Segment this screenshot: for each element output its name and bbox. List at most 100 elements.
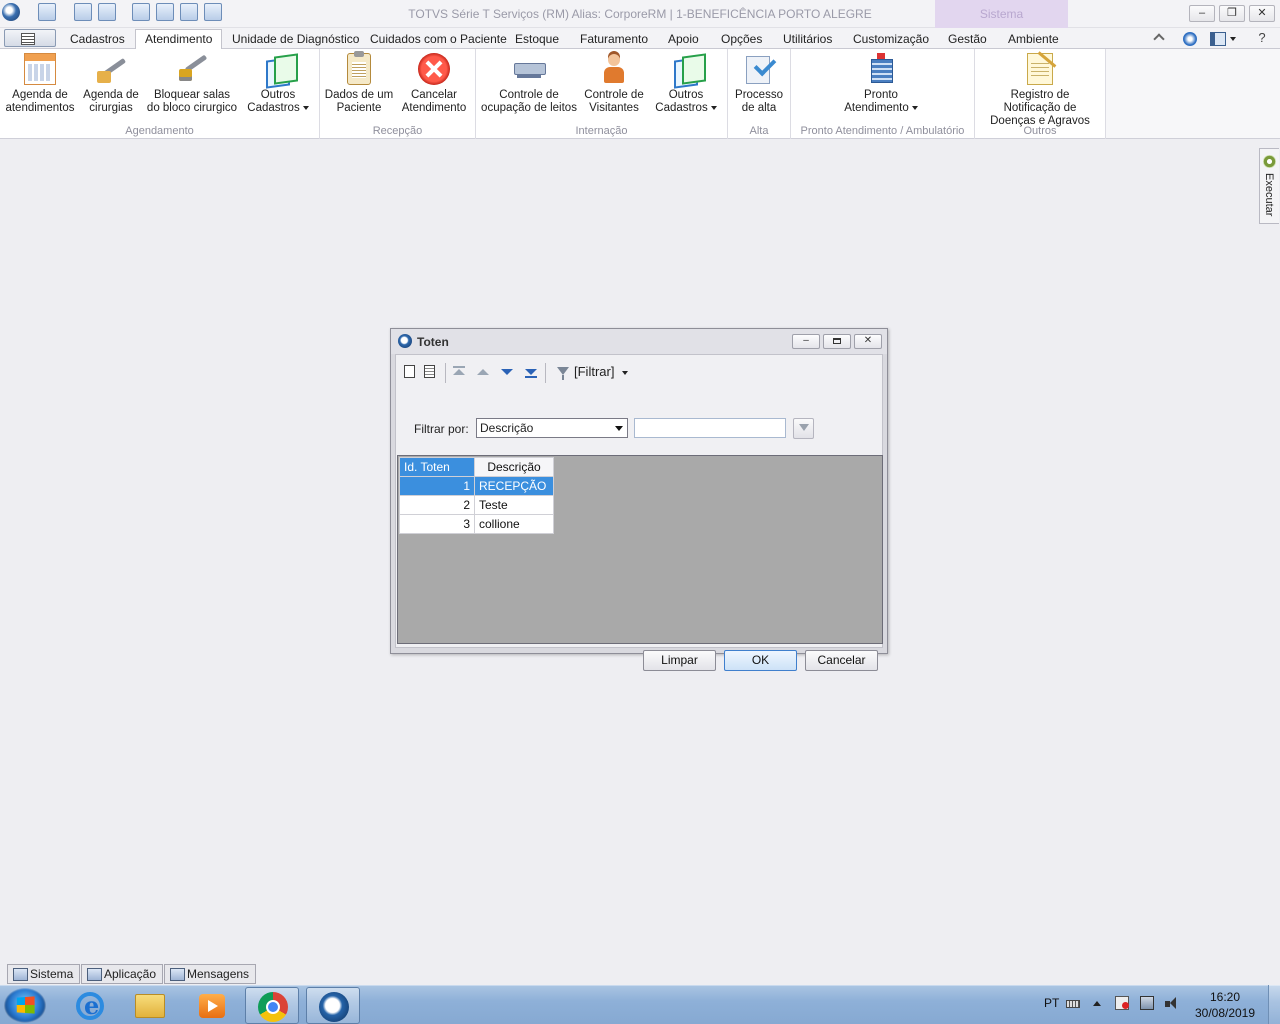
agenda-atendimentos-button[interactable]: Agenda de atendimentos [4, 53, 76, 115]
ok-button[interactable]: OK [724, 650, 797, 671]
ribbon-tabs: Cadastros Atendimento Unidade de Diagnós… [0, 28, 1280, 50]
tab-atendimento[interactable]: Atendimento [135, 29, 223, 50]
globe-icon[interactable] [180, 3, 198, 21]
first-record-icon[interactable] [450, 363, 468, 381]
network-icon[interactable] [38, 3, 56, 21]
group-alta: Processo de alta Alta [728, 49, 791, 139]
table-row[interactable]: 2 Teste [399, 495, 554, 515]
app-logo-icon[interactable] [2, 3, 20, 21]
keyboard-icon[interactable] [1066, 1000, 1080, 1008]
chevron-down-icon[interactable] [1230, 37, 1236, 41]
tab-cadastros[interactable]: Cadastros [70, 30, 125, 49]
tab-apoio[interactable]: Apoio [668, 30, 699, 49]
group-label-internacao: Internação [575, 125, 628, 137]
window-layout-icon[interactable] [98, 3, 116, 21]
cell-id: 3 [399, 514, 475, 534]
media-player-icon[interactable] [184, 987, 238, 1024]
dialog-title-bar[interactable]: Toten ‒ ✕ [391, 329, 887, 354]
copy-windows-icon[interactable] [204, 3, 222, 21]
tab-gestao[interactable]: Gestão [948, 30, 987, 49]
processo-alta-label: Processo de alta [735, 89, 783, 114]
close-button[interactable]: ✕ [1249, 5, 1275, 22]
pronto-atendimento-button[interactable]: Pronto Atendimento [831, 53, 931, 115]
show-desktop-button[interactable] [1268, 985, 1280, 1024]
table-row[interactable]: 1 RECEPÇÃO [399, 476, 554, 496]
tab-estoque[interactable]: Estoque [515, 30, 559, 49]
outros-cadastros-internacao-button[interactable]: Outros Cadastros [652, 53, 720, 115]
tab-faturamento[interactable]: Faturamento [580, 30, 648, 49]
tab-cuidados-com-o-paciente[interactable]: Cuidados com o Paciente [370, 30, 507, 49]
next-record-icon[interactable] [498, 363, 516, 381]
outros-cadastros-button[interactable]: Outros Cadastros [244, 53, 312, 115]
column-header-id[interactable]: Id. Toten [399, 457, 475, 477]
screen-export-icon[interactable] [74, 3, 92, 21]
last-record-icon[interactable] [522, 363, 540, 381]
registro-notificacao-button[interactable]: Registro de Notificação de Doenças e Agr… [981, 53, 1099, 128]
dialog-close-button[interactable]: ✕ [854, 334, 882, 349]
status-tab-aplicacao[interactable]: Aplicação [81, 964, 164, 984]
application-menu-button[interactable] [4, 29, 56, 47]
edit-icon[interactable] [422, 363, 440, 381]
system-clock[interactable]: 16:20 30/08/2019 [1190, 989, 1260, 1021]
collapse-ribbon-icon[interactable] [1153, 33, 1165, 45]
filtrar-dropdown[interactable]: [Filtrar] [574, 364, 629, 379]
bloquear-salas-label: Bloquear salas do bloco cirurgico [146, 89, 238, 114]
cancelar-atendimento-button[interactable]: Cancelar Atendimento [398, 53, 470, 115]
restore-button[interactable]: ❐ [1219, 5, 1245, 22]
tab-customizacao[interactable]: Customização [853, 30, 929, 49]
start-button[interactable] [4, 988, 46, 1023]
table-row[interactable]: 3 collione [399, 514, 554, 534]
gear-icon [1263, 155, 1276, 168]
file-explorer-icon[interactable] [123, 987, 177, 1024]
dialog-maximize-button[interactable] [823, 334, 851, 349]
language-indicator[interactable]: PT [1044, 996, 1059, 1010]
tab-utilitarios[interactable]: Utilitários [783, 30, 832, 49]
help-icon[interactable]: ? [1255, 31, 1269, 46]
show-hidden-icons-icon[interactable] [1093, 1001, 1101, 1006]
apply-filter-button[interactable] [793, 418, 814, 439]
group-label-agendamento: Agendamento [125, 125, 194, 137]
internet-explorer-icon[interactable] [62, 987, 116, 1024]
previous-record-icon[interactable] [474, 363, 492, 381]
controle-leitos-button[interactable]: Controle de ocupação de leitos [480, 53, 578, 115]
dialog-minimize-button[interactable]: ‒ [792, 334, 820, 349]
ribbon-empty-area [1106, 49, 1280, 139]
layout-icon[interactable] [1210, 32, 1226, 46]
executar-side-panel[interactable]: Executar [1259, 148, 1279, 224]
agenda-cirurgias-button[interactable]: Agenda de cirurgias [80, 53, 142, 115]
tools-icon[interactable] [156, 3, 174, 21]
new-icon[interactable] [400, 363, 418, 381]
limpar-button[interactable]: Limpar [643, 650, 716, 671]
run-process-icon[interactable] [132, 3, 150, 21]
filter-icon[interactable] [554, 363, 572, 381]
bed-icon [513, 53, 546, 85]
status-tab-sistema[interactable]: Sistema [7, 964, 81, 984]
toten-grid[interactable]: Id. Toten Descrição 1 RECEPÇÃO 2 Teste 3 [397, 455, 883, 644]
dados-paciente-button[interactable]: Dados de um Paciente [324, 51, 394, 115]
processo-alta-button[interactable]: Processo de alta [732, 53, 786, 115]
tab-opcoes[interactable]: Opções [721, 30, 762, 49]
status-tab-mensagens[interactable]: Mensagens [164, 964, 257, 984]
globe-icon[interactable] [1183, 32, 1197, 46]
discharge-icon [743, 53, 775, 85]
volume-icon[interactable] [1164, 996, 1178, 1010]
chrome-icon[interactable] [245, 987, 299, 1024]
tab-unidade-de-diagnostico[interactable]: Unidade de Diagnóstico [232, 30, 359, 49]
controle-visitantes-button[interactable]: Controle de Visitantes [582, 53, 646, 115]
title-bar: TOTVS Série T Serviços (RM) Alias: Corpo… [0, 0, 1280, 28]
filter-field-select[interactable]: Descrição [476, 418, 628, 438]
filter-field-value: Descrição [480, 421, 534, 435]
flag-alert-icon[interactable] [1115, 996, 1129, 1010]
filter-search-input[interactable] [634, 418, 786, 438]
cancelar-button[interactable]: Cancelar [805, 650, 878, 671]
network-icon[interactable] [1140, 996, 1154, 1010]
filtrar-label: [Filtrar] [574, 364, 615, 379]
context-tab-sistema[interactable]: Sistema [935, 0, 1068, 28]
tab-ambiente[interactable]: Ambiente [1008, 30, 1059, 49]
cell-id: 2 [399, 495, 475, 515]
bloquear-salas-button[interactable]: Bloquear salas do bloco cirurgico [146, 53, 238, 115]
controle-visitantes-label: Controle de Visitantes [584, 89, 644, 114]
column-header-descricao[interactable]: Descrição [474, 457, 554, 477]
minimize-button[interactable]: ‒ [1189, 5, 1215, 22]
totvs-icon[interactable] [306, 987, 360, 1024]
